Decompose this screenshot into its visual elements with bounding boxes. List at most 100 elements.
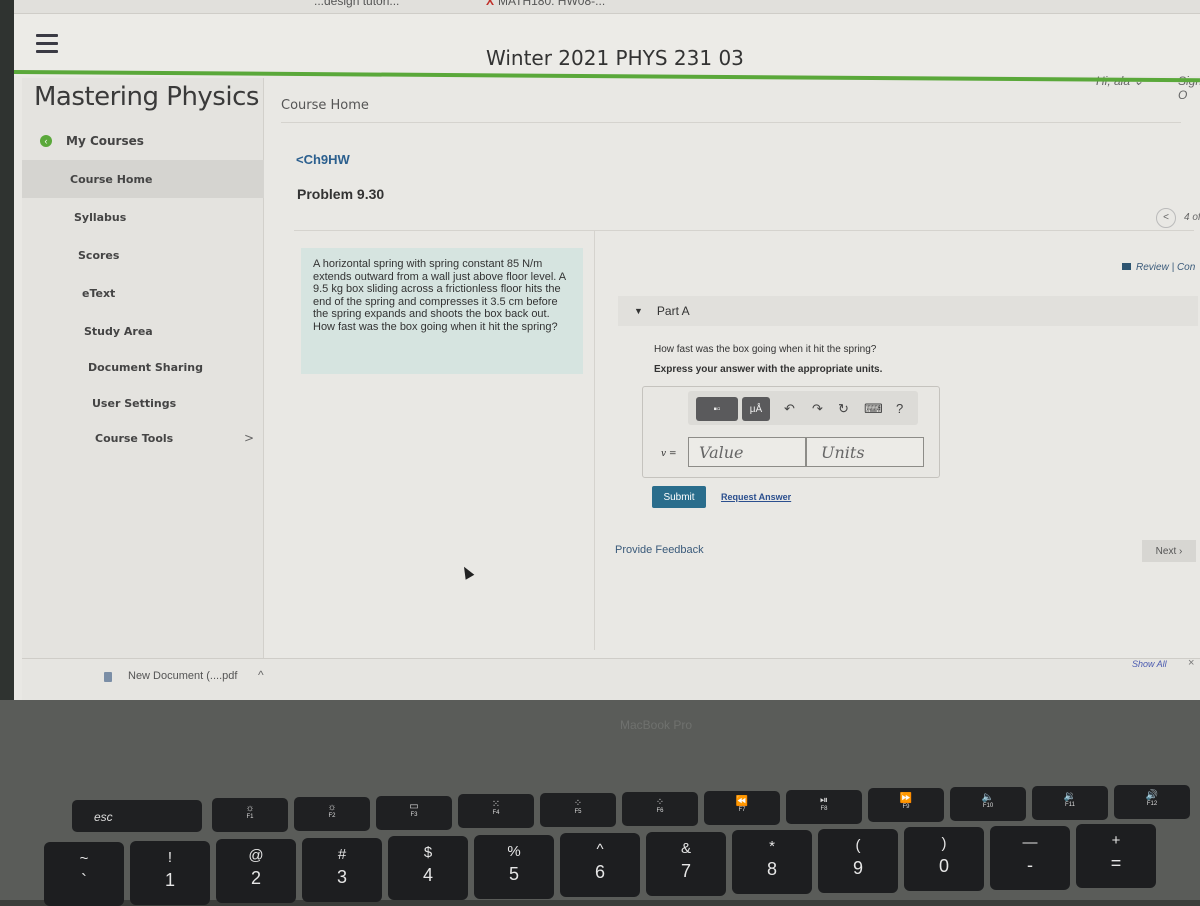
- chevron-up-icon[interactable]: ^: [258, 668, 264, 682]
- close-icon[interactable]: ×: [1188, 657, 1194, 669]
- key-3[interactable]: #3: [302, 837, 382, 902]
- templates-icon: ▪▫: [713, 403, 721, 415]
- breadcrumb[interactable]: Course Home: [281, 98, 369, 113]
- key-`[interactable]: ~ `: [44, 842, 124, 906]
- variable-label: v =: [661, 449, 677, 459]
- function-key-f11[interactable]: 🔉 F11: [1032, 786, 1108, 820]
- answer-entry-box: ▪▫ μÅ ↶ ↷ ↻ ⌨ ? v =: [642, 386, 940, 478]
- reset-icon[interactable]: ↻: [838, 401, 849, 417]
- key-shift-label: ): [941, 835, 947, 852]
- function-key-label: F1: [246, 814, 254, 820]
- problem-counter: 4 of: [1184, 212, 1200, 223]
- function-key-f4[interactable]: ⁙ F4: [458, 794, 534, 829]
- key-8[interactable]: * 8: [732, 830, 812, 894]
- templates-button[interactable]: ▪▫: [696, 397, 738, 421]
- function-key-glyph-icon: 🔈: [981, 792, 995, 804]
- units-button[interactable]: μÅ: [742, 397, 770, 421]
- sidebar-item-user-settings[interactable]: User Settings: [22, 384, 264, 422]
- part-a-question: How fast was the box going when it hit t…: [654, 344, 877, 355]
- function-key-label: F8: [820, 805, 828, 812]
- key--[interactable]: — -: [990, 825, 1070, 890]
- key-label: 4: [422, 865, 433, 885]
- request-answer-link[interactable]: Request Answer: [721, 492, 791, 502]
- sidebar-item-scores[interactable]: Scores: [22, 236, 264, 274]
- key-shift-label: &: [680, 839, 691, 857]
- keyboard-icon[interactable]: ⌨: [864, 401, 883, 417]
- key-shift-label: $: [423, 844, 433, 861]
- function-key-f2[interactable]: ☼ F2: [294, 796, 370, 831]
- sidebar-item-label: Course Tools: [95, 431, 174, 445]
- x-logo-icon: X: [486, 0, 495, 8]
- part-a-header[interactable]: ▼ Part A: [618, 296, 1198, 326]
- undo-icon[interactable]: ↶: [784, 401, 795, 417]
- function-key-f9[interactable]: ⏩ F9: [868, 788, 944, 823]
- back-to-assignment-link[interactable]: <Ch9HW: [296, 152, 350, 167]
- function-key-glyph-icon: ⁘: [573, 798, 583, 810]
- brand-logo: Mastering Physics: [34, 82, 259, 112]
- function-key-f3[interactable]: ▭ F3: [376, 795, 452, 830]
- sidebar-item-label: eText: [82, 286, 116, 300]
- sidebar-item-study-area[interactable]: Study Area: [22, 312, 264, 350]
- esc-key[interactable]: esc: [72, 800, 202, 832]
- key-2[interactable]: @2: [216, 839, 296, 903]
- key-label: 8: [766, 859, 777, 879]
- function-key-f7[interactable]: ⏪ F7: [704, 790, 780, 825]
- sidebar-item-label: Study Area: [84, 324, 153, 338]
- function-key-f6[interactable]: ⁘ F6: [622, 792, 698, 826]
- previous-problem-button[interactable]: <: [1156, 208, 1176, 228]
- page-header: Winter 2021 PHYS 231 03 Hi, ala ⌄ Sign O: [14, 14, 1200, 102]
- my-courses-link[interactable]: ‹ My Courses: [22, 122, 264, 160]
- help-icon[interactable]: ?: [896, 401, 903, 416]
- browser-tab-label: MATH180: HW08-...: [498, 0, 606, 8]
- key-shift-label: +: [1111, 832, 1121, 849]
- my-courses-label: My Courses: [66, 134, 144, 148]
- download-file-name[interactable]: New Document (....pdf: [128, 670, 237, 682]
- divider: [294, 230, 1194, 231]
- key-label: 5: [508, 863, 519, 884]
- key-label: =: [1110, 853, 1122, 873]
- key-=[interactable]: + =: [1076, 824, 1156, 888]
- function-key-f10[interactable]: 🔈 F10: [950, 787, 1026, 822]
- key-shift-label: —: [1022, 833, 1038, 851]
- sidebar-item-label: User Settings: [92, 396, 177, 410]
- function-key-f5[interactable]: ⁘ F5: [540, 793, 616, 828]
- key-shift-label: ^: [596, 841, 604, 858]
- function-key-f8[interactable]: ⏯ F8: [786, 789, 862, 824]
- key-1[interactable]: ! 1: [130, 840, 210, 905]
- units-icon: μÅ: [749, 403, 763, 415]
- key-4[interactable]: $4: [388, 836, 468, 900]
- sidebar-item-course-home[interactable]: Course Home: [22, 160, 264, 198]
- key-shift-label: @: [248, 847, 264, 864]
- redo-icon[interactable]: ↷: [812, 401, 823, 417]
- sidebar-item-etext[interactable]: eText: [22, 274, 264, 312]
- function-key-f12[interactable]: 🔊 F12: [1114, 784, 1190, 819]
- key-6[interactable]: ^ 6: [560, 833, 640, 897]
- key-5[interactable]: % 5: [474, 834, 554, 899]
- key-0[interactable]: ) 0: [904, 827, 984, 891]
- key-7[interactable]: & 7: [646, 831, 726, 896]
- function-key-label: F11: [1065, 802, 1075, 808]
- browser-tab[interactable]: ...design tutori...: [314, 0, 399, 8]
- sidebar-item-course-tools[interactable]: Course Tools >: [22, 419, 264, 457]
- units-input[interactable]: [806, 437, 924, 467]
- function-key-label: F2: [328, 812, 336, 819]
- key-9[interactable]: (9: [818, 828, 898, 893]
- show-all-downloads-link[interactable]: Show All: [1132, 659, 1167, 669]
- sidebar-item-document-sharing[interactable]: Document Sharing: [22, 348, 264, 386]
- sidebar-item-syllabus[interactable]: Syllabus: [22, 198, 264, 236]
- key-shift-label: %: [507, 842, 521, 860]
- laptop-screen: ...design tutori... X MATH180: HW08-... W…: [0, 0, 1200, 700]
- collapse-triangle-icon: ▼: [634, 306, 643, 316]
- function-key-glyph-icon: 🔉: [1063, 791, 1077, 802]
- key-label: 1: [164, 869, 175, 890]
- submit-button[interactable]: Submit: [652, 486, 706, 508]
- hamburger-menu-icon[interactable]: [36, 34, 58, 56]
- value-input[interactable]: [688, 437, 806, 467]
- review-constants-link[interactable]: Review | Con: [1122, 262, 1195, 273]
- key-label: 0: [938, 856, 949, 876]
- browser-tab-math180[interactable]: X MATH180: HW08-...: [486, 0, 605, 8]
- provide-feedback-link[interactable]: Provide Feedback: [615, 544, 704, 556]
- function-key-f1[interactable]: ☼ F1: [212, 798, 288, 832]
- function-key-label: F4: [492, 810, 500, 817]
- next-button[interactable]: Next ›: [1142, 540, 1196, 562]
